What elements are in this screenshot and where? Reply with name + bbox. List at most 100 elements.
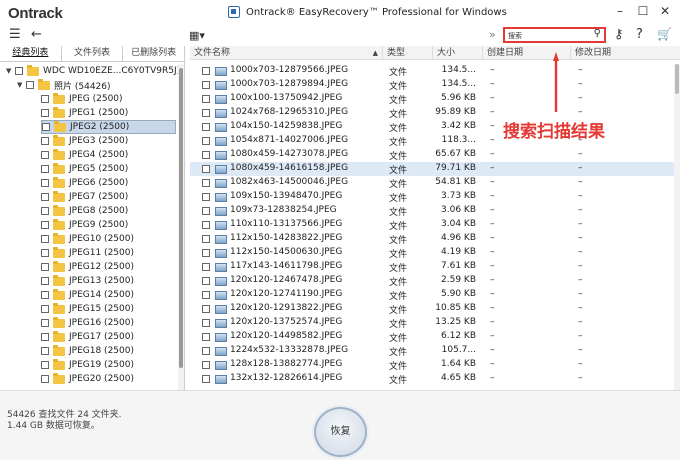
expand-arrow-icon[interactable]: ▼ <box>17 81 26 89</box>
tree-node[interactable]: JPEG (2500) <box>41 92 123 106</box>
table-row[interactable]: 120x120-13752574.JPEG 文件 13.25 KB – – <box>190 316 674 330</box>
row-checkbox[interactable] <box>202 375 210 383</box>
row-checkbox[interactable] <box>202 81 210 89</box>
table-row[interactable]: 132x132-12826614.JPEG 文件 4.65 KB – – <box>190 372 674 386</box>
row-checkbox[interactable] <box>202 347 210 355</box>
tree-checkbox[interactable] <box>41 207 49 215</box>
tree-checkbox[interactable] <box>41 305 49 313</box>
search-input[interactable] <box>508 30 588 41</box>
row-checkbox[interactable] <box>202 235 210 243</box>
row-checkbox[interactable] <box>202 207 210 215</box>
tree-node[interactable]: JPEG7 (2500) <box>41 190 128 204</box>
table-row[interactable]: 120x120-14498582.JPEG 文件 6.12 KB – – <box>190 330 674 344</box>
row-checkbox[interactable] <box>202 305 210 313</box>
tree-checkbox[interactable] <box>41 221 49 229</box>
col-header-size[interactable]: 大小 <box>433 46 483 60</box>
expand-arrow-icon[interactable]: ▼ <box>6 67 15 75</box>
col-header-type[interactable]: 类型 <box>383 46 433 60</box>
row-checkbox[interactable] <box>202 123 210 131</box>
table-row[interactable]: 1224x532-13332878.JPEG 文件 105.7... – – <box>190 344 674 358</box>
tree-checkbox[interactable] <box>41 179 49 187</box>
row-checkbox[interactable] <box>202 319 210 327</box>
row-checkbox[interactable] <box>202 151 210 159</box>
row-checkbox[interactable] <box>202 361 210 369</box>
tree-node[interactable]: JPEG20 (2500) <box>41 372 134 386</box>
table-row[interactable]: 117x143-14611798.JPEG 文件 7.61 KB – – <box>190 260 674 274</box>
tree-checkbox[interactable] <box>41 347 49 355</box>
col-header-modified[interactable]: 修改日期 <box>571 46 680 60</box>
row-checkbox[interactable] <box>202 137 210 145</box>
tree-node[interactable]: JPEG6 (2500) <box>41 176 128 190</box>
tree-node[interactable]: JPEG2 (2500) <box>41 120 176 134</box>
tree-node[interactable]: JPEG10 (2500) <box>41 232 134 246</box>
table-row[interactable]: 120x120-12741190.JPEG 文件 5.90 KB – – <box>190 288 674 302</box>
tree-node[interactable]: JPEG16 (2500) <box>41 316 134 330</box>
tree-node[interactable]: JPEG4 (2500) <box>41 148 128 162</box>
tree-checkbox[interactable] <box>41 375 49 383</box>
tree-node[interactable]: ▼ WDC WD10EZE...C6Y0TV9R5J) <box>6 64 178 78</box>
tree-node[interactable]: JPEG13 (2500) <box>41 274 134 288</box>
cart-icon[interactable]: 🛒 <box>657 27 672 41</box>
tree-node[interactable]: ▼ 照片 (54426) <box>17 78 111 92</box>
table-row[interactable]: 1082x463-14500046.JPEG 文件 54.81 KB – – <box>190 176 674 190</box>
table-row[interactable]: 109x150-13948470.JPEG 文件 3.73 KB – – <box>190 190 674 204</box>
minimize-button[interactable]: – <box>610 4 630 18</box>
tree-node[interactable]: JPEG9 (2500) <box>41 218 128 232</box>
tree-node[interactable]: JPEG11 (2500) <box>41 246 134 260</box>
tree-node[interactable]: JPEG8 (2500) <box>41 204 128 218</box>
maximize-button[interactable]: ☐ <box>633 4 653 18</box>
tab-classic-list[interactable]: 经典列表 <box>0 46 62 61</box>
tree-scroll-thumb[interactable] <box>179 68 183 368</box>
tree-checkbox[interactable] <box>41 263 49 271</box>
table-row[interactable]: 112x150-14500630.JPEG 文件 4.19 KB – – <box>190 246 674 260</box>
table-row[interactable]: 1080x459-14616158.JPEG 文件 79.71 KB – – <box>190 162 674 176</box>
tree-node[interactable]: JPEG17 (2500) <box>41 330 134 344</box>
tab-file-list[interactable]: 文件列表 <box>62 46 124 61</box>
menu-icon[interactable]: ☰ <box>9 27 21 42</box>
row-checkbox[interactable] <box>202 179 210 187</box>
row-checkbox[interactable] <box>202 249 210 257</box>
table-scrollbar[interactable] <box>674 64 680 390</box>
help-icon[interactable]: ? <box>636 27 643 42</box>
tree-node[interactable]: JPEG3 (2500) <box>41 134 128 148</box>
tree-scrollbar[interactable] <box>178 64 184 390</box>
table-scroll-thumb[interactable] <box>675 64 679 94</box>
table-row[interactable]: 128x128-13882774.JPEG 文件 1.64 KB – – <box>190 358 674 372</box>
table-row[interactable]: 1000x703-12879894.JPEG 文件 134.5... – – <box>190 78 674 92</box>
row-checkbox[interactable] <box>202 333 210 341</box>
tree-checkbox[interactable] <box>26 81 34 89</box>
tree-checkbox[interactable] <box>41 249 49 257</box>
tree-node[interactable]: JPEG14 (2500) <box>41 288 134 302</box>
tree-checkbox[interactable] <box>41 151 49 159</box>
search-icon[interactable]: ⚲ <box>594 28 601 39</box>
tree-node[interactable]: JPEG19 (2500) <box>41 358 134 372</box>
row-checkbox[interactable] <box>202 95 210 103</box>
tree-node[interactable]: JPEG18 (2500) <box>41 344 134 358</box>
tree-checkbox[interactable] <box>41 333 49 341</box>
tree-node[interactable]: JPEG1 (2500) <box>41 106 128 120</box>
tree-node[interactable]: JPEG12 (2500) <box>41 260 134 274</box>
tree-checkbox[interactable] <box>15 67 23 75</box>
row-checkbox[interactable] <box>202 277 210 285</box>
tree-checkbox[interactable] <box>42 123 50 131</box>
recover-button[interactable]: 恢复 <box>314 407 367 457</box>
tree-checkbox[interactable] <box>41 277 49 285</box>
table-row[interactable]: 1080x459-14273078.JPEG 文件 65.67 KB – – <box>190 148 674 162</box>
table-row[interactable]: 120x120-12913822.JPEG 文件 10.85 KB – – <box>190 302 674 316</box>
key-icon[interactable]: ⚷ <box>614 27 624 42</box>
row-checkbox[interactable] <box>202 263 210 271</box>
row-checkbox[interactable] <box>202 193 210 201</box>
table-row[interactable]: 112x150-14283822.JPEG 文件 4.96 KB – – <box>190 232 674 246</box>
tree-node[interactable]: JPEG5 (2500) <box>41 162 128 176</box>
tree-checkbox[interactable] <box>41 319 49 327</box>
col-header-name[interactable]: 文件名称 ▲ <box>190 46 383 60</box>
table-row[interactable]: 1000x703-12879566.JPEG 文件 134.5... – – <box>190 64 674 78</box>
tree-checkbox[interactable] <box>41 361 49 369</box>
search-box[interactable]: ⚲ <box>503 27 606 43</box>
tree-checkbox[interactable] <box>41 109 49 117</box>
row-checkbox[interactable] <box>202 221 210 229</box>
tree-checkbox[interactable] <box>41 95 49 103</box>
row-checkbox[interactable] <box>202 165 210 173</box>
view-grid-icon[interactable]: ▦▾ <box>189 29 205 42</box>
table-row[interactable]: 110x110-13137566.JPEG 文件 3.04 KB – – <box>190 218 674 232</box>
